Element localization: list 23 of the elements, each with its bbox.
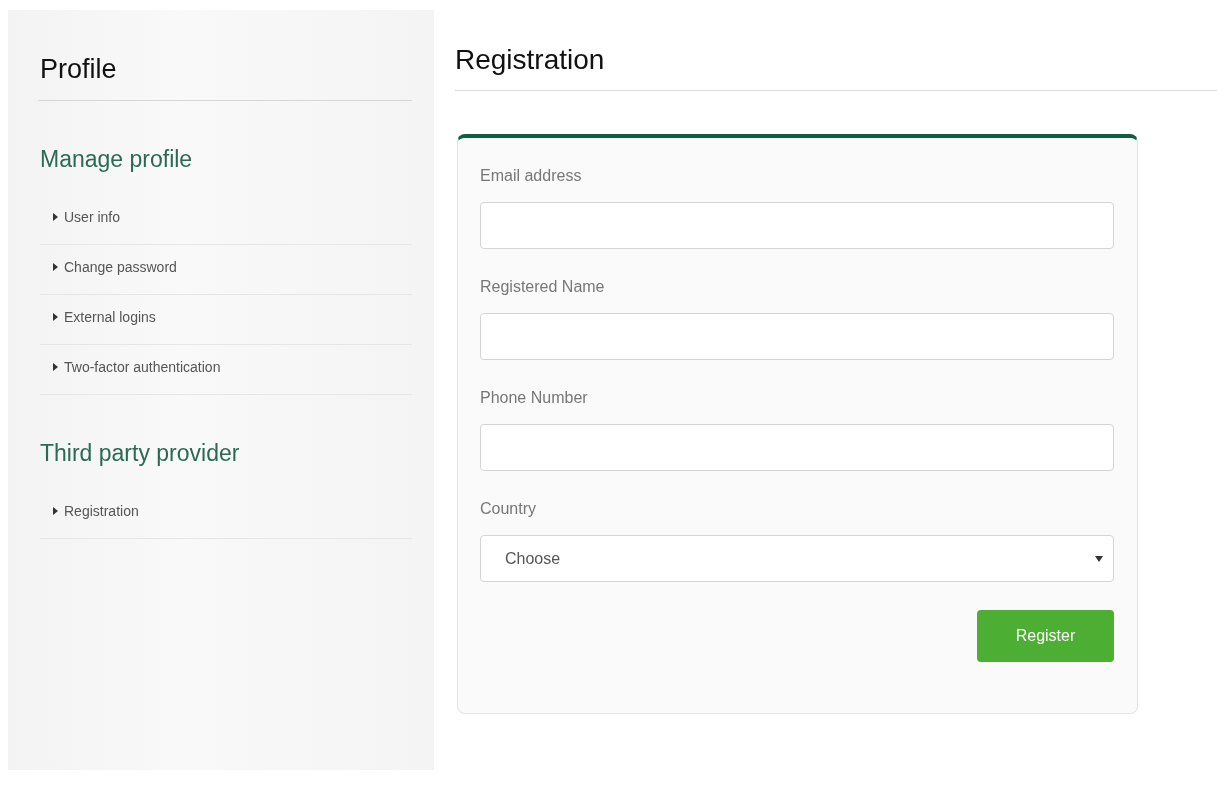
section-heading: Manage profile bbox=[40, 145, 194, 173]
sidebar-link[interactable]: Two-factor authentication bbox=[40, 345, 412, 395]
sidebar-link[interactable]: External logins bbox=[40, 295, 412, 345]
caret-icon bbox=[53, 506, 58, 515]
caret-icon bbox=[53, 362, 58, 371]
sidebar-link[interactable]: User info bbox=[40, 195, 412, 245]
field-label: Phone Number bbox=[480, 388, 589, 408]
input-field[interactable] bbox=[480, 313, 1114, 360]
caret-icon bbox=[1095, 555, 1103, 562]
section-heading: Third party provider bbox=[40, 439, 241, 467]
sidebar-link[interactable]: Registration bbox=[40, 489, 412, 539]
caret-icon bbox=[53, 212, 58, 221]
field-label: Registered Name bbox=[480, 277, 606, 297]
field-label: Country bbox=[480, 499, 538, 519]
input-field[interactable] bbox=[480, 424, 1114, 471]
field-label: Email address bbox=[480, 166, 583, 186]
sidebar-link[interactable]: Change password bbox=[40, 245, 412, 295]
input-field[interactable] bbox=[480, 202, 1114, 249]
caret-icon bbox=[53, 262, 58, 271]
sidebar-title: Profile bbox=[40, 54, 118, 84]
caret-icon bbox=[53, 312, 58, 321]
page-title: Registration bbox=[455, 44, 606, 76]
country-dropdown[interactable]: Choose bbox=[480, 535, 1114, 582]
